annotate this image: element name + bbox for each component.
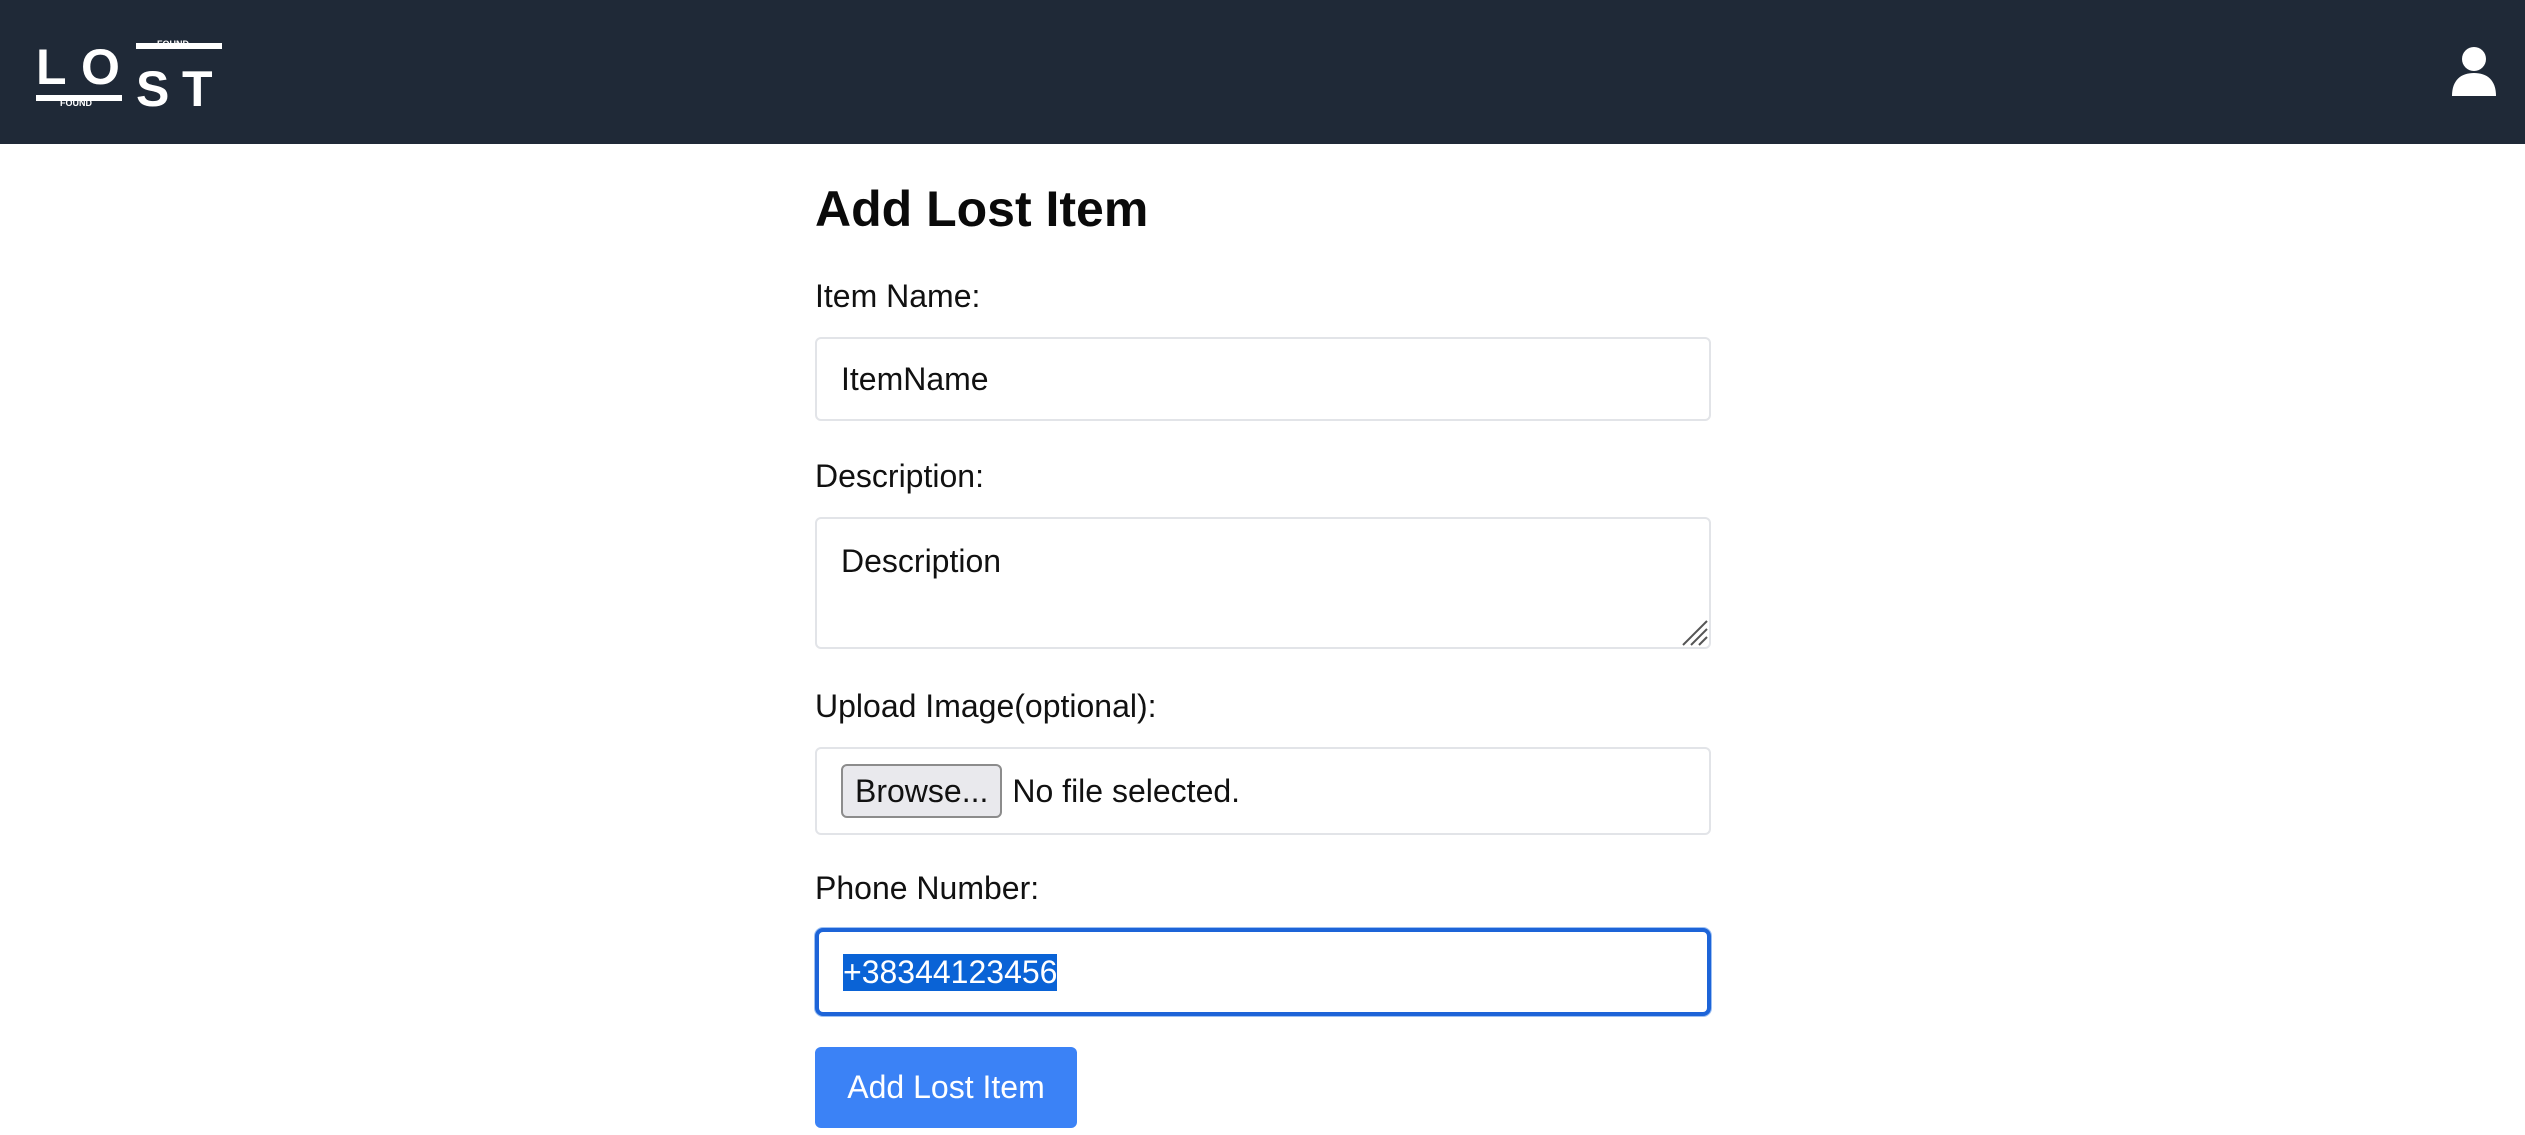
user-icon	[2452, 47, 2496, 96]
svg-text:S: S	[136, 61, 169, 110]
svg-text:O: O	[81, 39, 120, 95]
page-title: Add Lost Item	[815, 181, 1149, 237]
image-file-input[interactable]: Browse... No file selected.	[815, 747, 1711, 835]
user-account-button[interactable]	[2450, 46, 2498, 96]
phone-number-value: +38344123456	[843, 953, 1058, 991]
add-lost-item-button[interactable]: Add Lost Item	[815, 1047, 1077, 1128]
item-name-label: Item Name:	[815, 278, 981, 314]
upload-image-label: Upload Image(optional):	[815, 688, 1157, 724]
navbar: L O FOUND FOUND S T	[0, 0, 2525, 144]
svg-text:T: T	[182, 61, 213, 110]
description-label: Description:	[815, 458, 984, 494]
phone-number-label: Phone Number:	[815, 870, 1040, 906]
logo-tag-top: FOUND	[157, 39, 189, 49]
resize-handle-icon[interactable]	[1679, 617, 1709, 647]
browse-button[interactable]: Browse...	[841, 764, 1003, 818]
file-status-text: No file selected.	[1012, 772, 1241, 809]
item-name-input[interactable]	[815, 337, 1711, 421]
lost-found-logo[interactable]: L O FOUND FOUND S T	[36, 38, 222, 110]
description-container: Description	[815, 517, 1711, 649]
phone-number-input[interactable]: +38344123456	[815, 928, 1711, 1016]
svg-text:L: L	[36, 39, 67, 95]
logo-tag-bottom: FOUND	[60, 98, 92, 108]
description-textarea[interactable]: Description	[815, 517, 1711, 649]
